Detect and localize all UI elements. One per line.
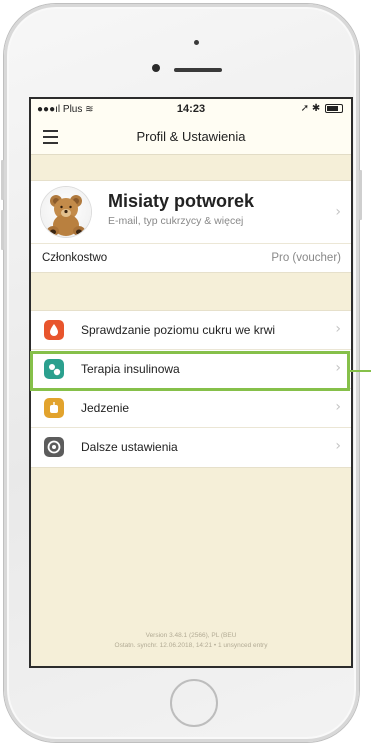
chevron-right-icon: › [335,399,341,415]
sync-text: Ostatn. synchr. 12.06.2018, 14:21 • 1 un… [114,642,268,649]
power-button [359,170,362,220]
apple-icon [44,398,64,418]
bluetooth-icon: ✱ [311,103,321,114]
earpiece-speaker [174,68,222,72]
menu-item-label: Sprawdzanie poziomu cukru we krwi [81,323,276,337]
settings-icon [44,437,64,457]
page-title: Profil & Ustawienia [136,129,246,144]
front-camera-icon [152,64,160,72]
menu-item-food[interactable]: Jedzenie › [31,389,351,428]
menu-item-blood-glucose[interactable]: Sprawdzanie poziomu cukru we krwi › [31,311,351,350]
menu-item-more-settings[interactable]: Dalsze ustawienia › [31,428,351,467]
volume-button [1,160,4,200]
navigation-bar: Profil & Ustawienia [31,119,351,155]
status-bar: ●●●ıl Plus ≋ 14:23 ➚ ✱ [31,99,351,119]
membership-label: Członkostwo [42,252,108,264]
status-icons: ➚ ✱ [301,103,343,114]
battery-icon [325,103,343,113]
version-info: Version 3.48.1 (2566), PL (BEU Ostatn. s… [31,631,351,651]
volume-button [1,210,4,250]
home-button[interactable] [170,679,218,727]
membership-value: Pro (voucher) [271,252,341,264]
chevron-right-icon: › [335,321,341,337]
avatar [41,187,91,237]
menu-item-label: Jedzenie [81,401,130,415]
callout-line [350,370,371,372]
proximity-sensor [194,40,199,45]
menu-item-label: Dalsze ustawienia [81,440,178,454]
blood-drop-icon [44,320,64,340]
highlight-frame [30,351,350,391]
profile-name: Misiaty potworek [108,191,255,211]
membership-row[interactable]: Członkostwo Pro (voucher) [31,243,351,273]
version-text: Version 3.48.1 (2566), PL (BEU [145,632,237,639]
chevron-right-icon: › [335,438,341,454]
teddy-bear-icon [47,195,85,236]
location-icon: ➚ [300,103,310,114]
profile-subtitle: E-mail, typ cukrzycy & więcej [108,215,244,227]
chevron-right-icon: › [335,204,341,220]
profile-row[interactable]: Misiaty potworek E-mail, typ cukrzycy & … [31,180,351,243]
